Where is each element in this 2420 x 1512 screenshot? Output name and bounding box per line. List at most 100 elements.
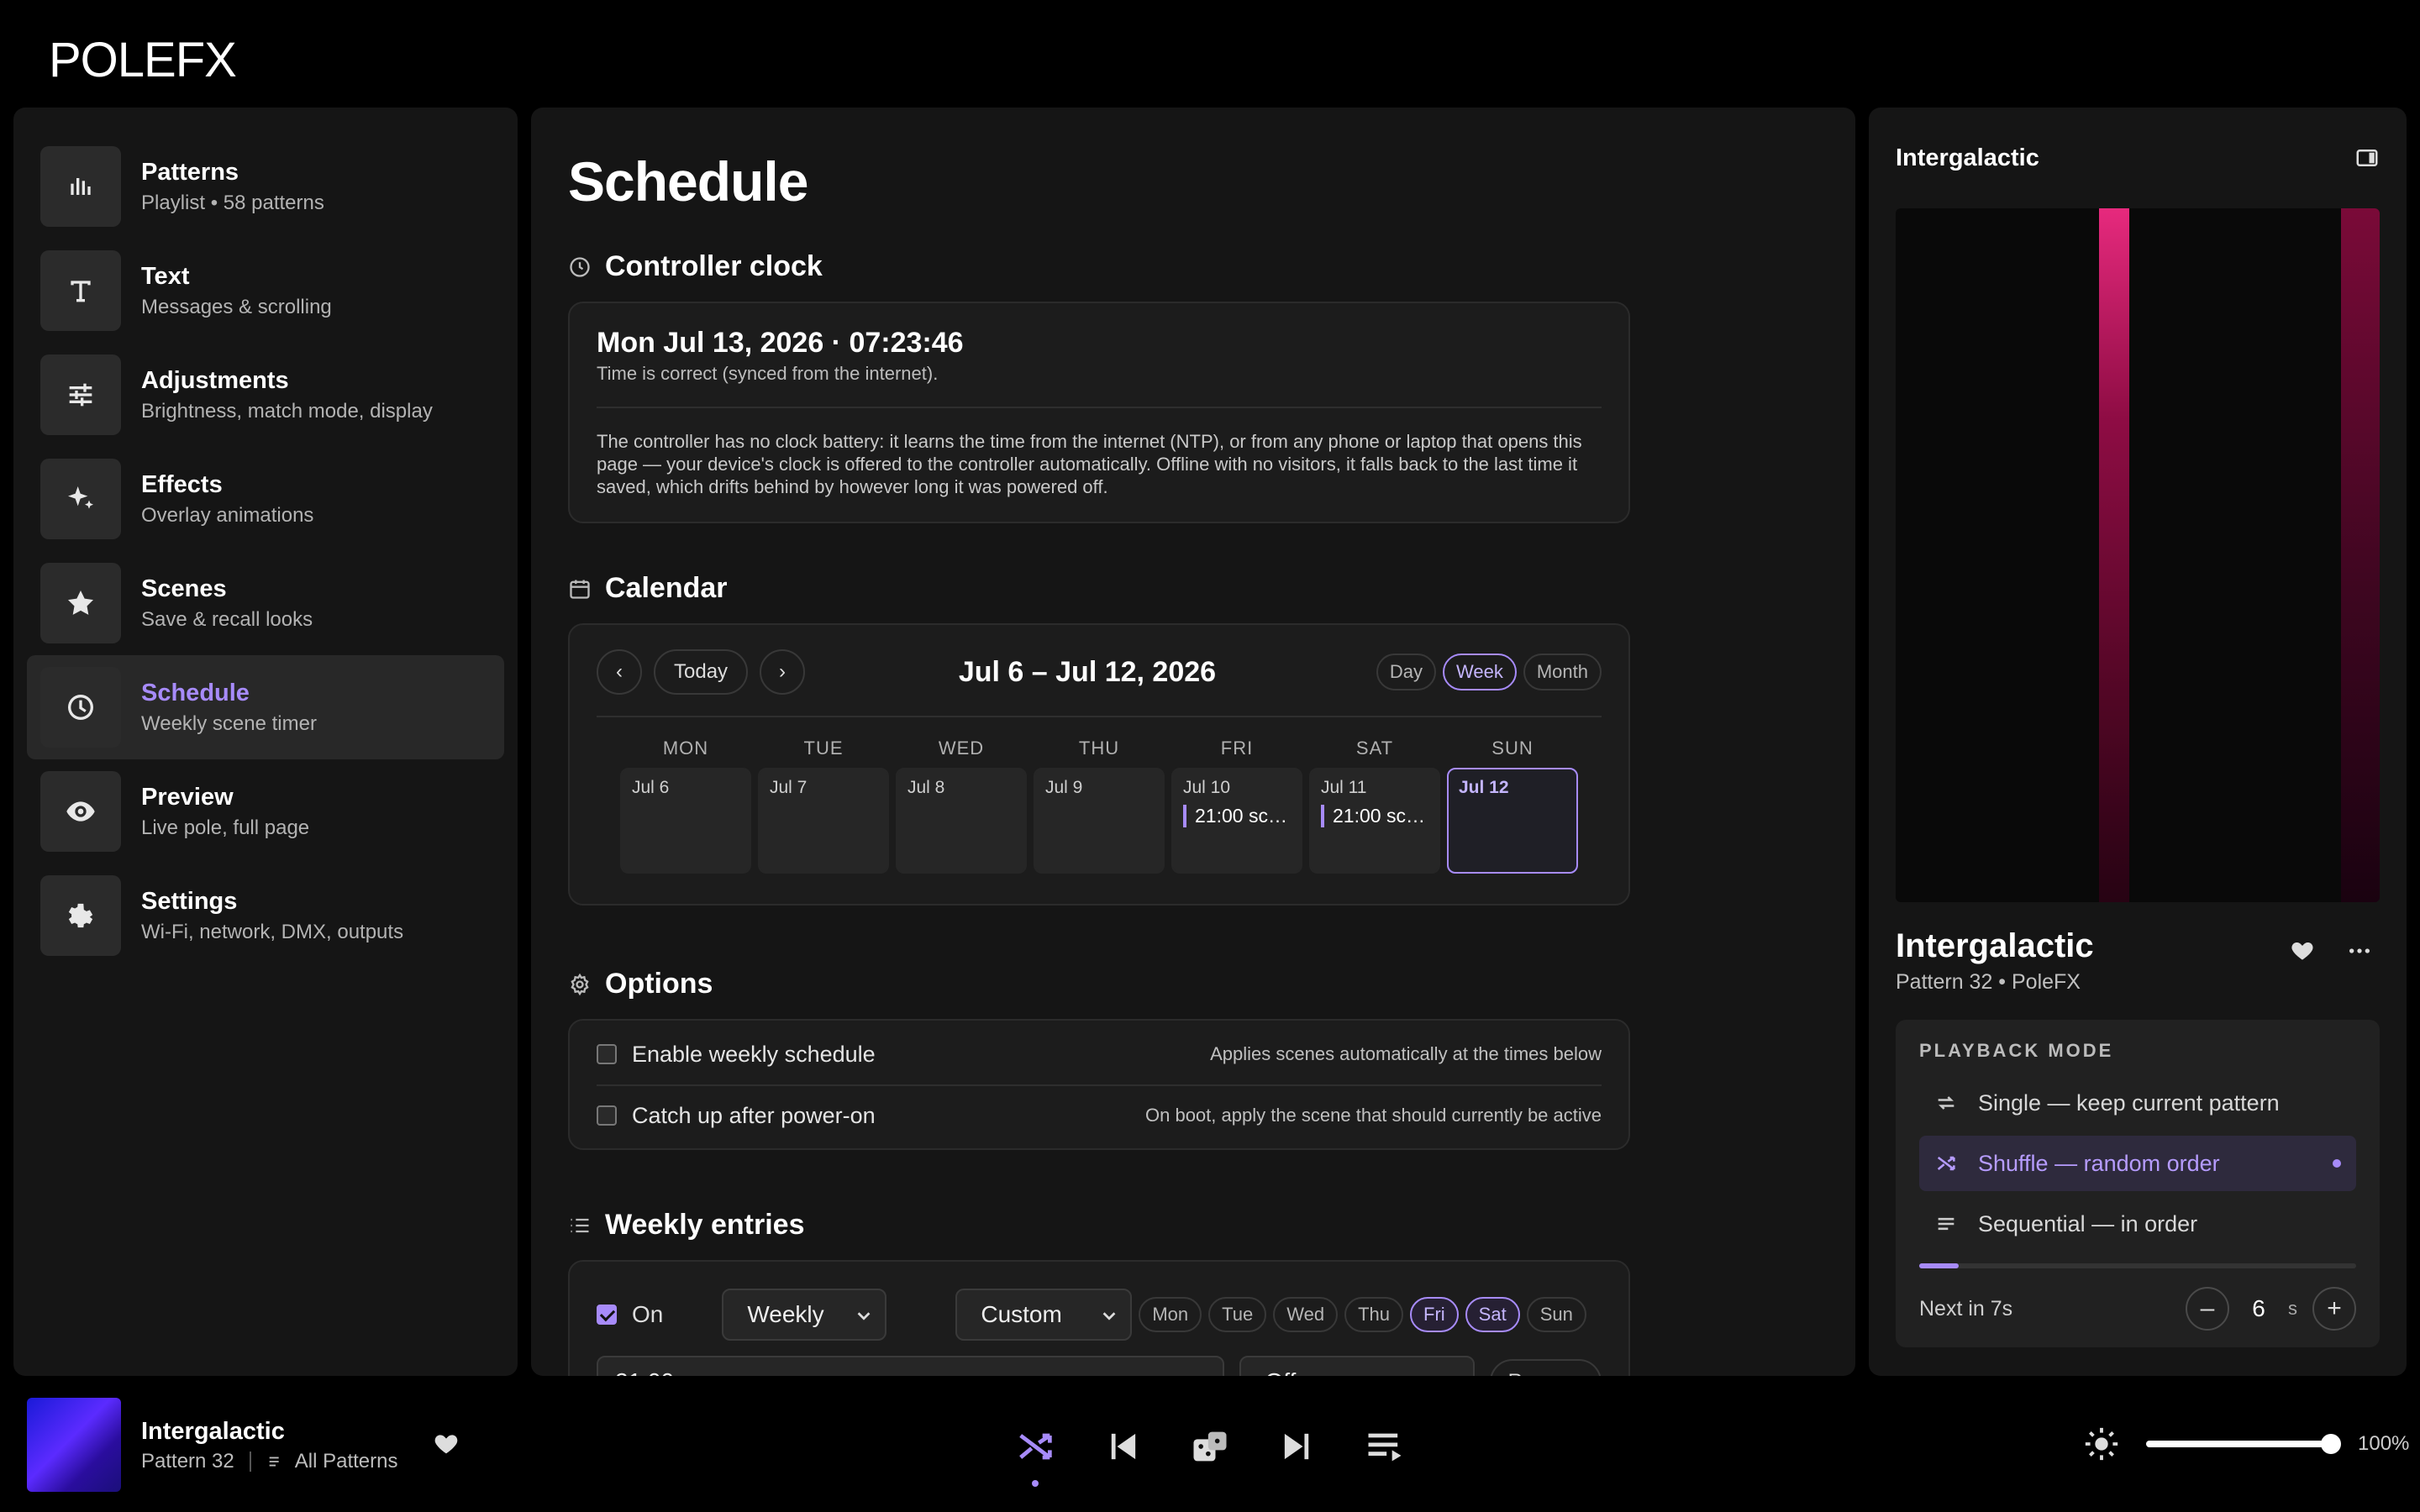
day-toggle-sun[interactable]: Sun: [1526, 1297, 1586, 1332]
divider: [597, 407, 1602, 408]
player-bar: Intergalactic Pattern 32 All Patterns 10…: [0, 1378, 2420, 1512]
shuffle-button[interactable]: [1013, 1425, 1057, 1487]
day-cell[interactable]: Jul 9: [1034, 768, 1165, 874]
day-toggle-sat[interactable]: Sat: [1465, 1297, 1520, 1332]
action-select[interactable]: Off: [1239, 1356, 1475, 1376]
divider: [249, 1452, 251, 1472]
day-cell[interactable]: Jul 10 21:00 sce...: [1171, 768, 1302, 874]
chevron-down-icon: [1100, 1304, 1118, 1322]
pattern-thumbnail: [27, 1398, 121, 1492]
interval-value[interactable]: 6: [2229, 1295, 2288, 1322]
remove-entry-button[interactable]: Remove: [1489, 1359, 1602, 1376]
entry-enabled-checkbox[interactable]: [597, 1305, 617, 1325]
day-cell[interactable]: Jul 6: [620, 768, 751, 874]
eye-icon: [40, 771, 121, 852]
enable-schedule-checkbox[interactable]: [597, 1044, 617, 1064]
gear-icon: [40, 875, 121, 956]
sidebar: Patterns Playlist • 58 patterns Text Messa…: [13, 108, 518, 1376]
sidebar-item-sub: Save & recall looks: [141, 607, 313, 631]
sidebar-item-settings[interactable]: Settings Wi-Fi, network, DMX, outputs: [27, 864, 504, 968]
sidebar-item-effects[interactable]: Effects Overlay animations: [27, 447, 504, 551]
day-toggle-wed[interactable]: Wed: [1273, 1297, 1339, 1332]
next-countdown: Next in 7s: [1919, 1296, 2013, 1320]
now-playing-actions: [2289, 937, 2373, 964]
controller-clock-card: Mon Jul 13, 2026 · 07:23:46 Time is corr…: [568, 302, 1630, 523]
slider-handle[interactable]: [2321, 1434, 2341, 1454]
sidebar-item-patterns[interactable]: Patterns Playlist • 58 patterns: [27, 134, 504, 239]
day-cell-today[interactable]: Jul 12: [1447, 768, 1578, 874]
day-cell[interactable]: Jul 11 21:00 sce...: [1309, 768, 1440, 874]
view-day-button[interactable]: Day: [1376, 654, 1436, 690]
prev-week-button[interactable]: ‹: [597, 649, 642, 695]
view-month-button[interactable]: Month: [1523, 654, 1602, 690]
calendar-heading: Calendar: [568, 572, 1818, 605]
clock-status: Time is correct (synced from the interne…: [597, 363, 939, 384]
playback-mode-single[interactable]: Single — keep current pattern: [1919, 1075, 2356, 1131]
random-pattern-button[interactable]: [1188, 1425, 1232, 1468]
preview-strip: [2341, 208, 2380, 902]
interval-unit: s: [2288, 1298, 2297, 1319]
day-toggle-thu[interactable]: Thu: [1344, 1297, 1404, 1332]
heart-icon[interactable]: [2289, 937, 2316, 964]
favorite-button[interactable]: [432, 1430, 460, 1458]
calendar-range: Jul 6 – Jul 12, 2026: [958, 655, 1217, 688]
calendar-event[interactable]: 21:00 sce...: [1183, 805, 1291, 827]
shuffle-icon: [1019, 1433, 1052, 1460]
repeat-select[interactable]: Weekly: [722, 1289, 887, 1341]
interval-increase-button[interactable]: +: [2312, 1287, 2356, 1331]
weekly-entries-heading: Weekly entries: [568, 1209, 1818, 1242]
interval-decrease-button[interactable]: –: [2186, 1287, 2229, 1331]
sidebar-item-schedule[interactable]: Schedule Weekly scene timer: [27, 655, 504, 759]
brightness-control: 100%: [2082, 1425, 2409, 1463]
day-date: Jul 8: [908, 778, 945, 797]
calendar-event[interactable]: 21:00 sce...: [1321, 805, 1428, 827]
day-toggle-fri[interactable]: Fri: [1410, 1297, 1459, 1332]
weekday-header: SUN: [1491, 738, 1534, 759]
clock-icon: [40, 667, 121, 748]
calendar-toolbar: ‹ Today › Jul 6 – Jul 12, 2026 Day Week …: [597, 647, 1602, 697]
divider: [597, 716, 1602, 717]
option-label: Enable weekly schedule: [632, 1041, 876, 1067]
day-toggle-mon[interactable]: Mon: [1139, 1297, 1202, 1332]
more-icon[interactable]: [2346, 937, 2373, 964]
clock-time: Mon Jul 13, 2026 · 07:23:46: [597, 327, 964, 359]
day-toggle-tue[interactable]: Tue: [1208, 1297, 1267, 1332]
days-mode-select[interactable]: Custom: [955, 1289, 1133, 1341]
playback-mode-text: Shuffle — random order: [1978, 1150, 2220, 1176]
brightness-slider[interactable]: [2146, 1434, 2341, 1454]
day-cell[interactable]: Jul 8: [896, 768, 1027, 874]
previous-button[interactable]: [1101, 1425, 1144, 1468]
player-pattern: Pattern 32: [141, 1450, 234, 1473]
sidebar-item-label: Effects: [141, 470, 223, 498]
star-icon: [40, 563, 121, 643]
time-input[interactable]: 21:00: [597, 1356, 1225, 1376]
playback-mode-shuffle[interactable]: Shuffle — random order: [1919, 1136, 2356, 1191]
view-week-button[interactable]: Week: [1443, 654, 1517, 690]
playlist-icon: [269, 1457, 279, 1467]
polefx-logo: POLEFX: [49, 17, 276, 92]
catch-up-checkbox[interactable]: [597, 1105, 617, 1126]
sidebar-item-scenes[interactable]: Scenes Save & recall looks: [27, 551, 504, 655]
sidebar-toggle-icon[interactable]: [2354, 145, 2380, 171]
day-cell[interactable]: Jul 7: [758, 768, 889, 874]
queue-button[interactable]: [1363, 1425, 1407, 1468]
options-heading: Options: [568, 968, 1818, 1000]
active-indicator: [2333, 1159, 2341, 1168]
next-button[interactable]: [1276, 1425, 1319, 1468]
sidebar-item-text[interactable]: Text Messages & scrolling: [27, 239, 504, 343]
weekday-header: THU: [1078, 738, 1120, 759]
now-playing-subtitle: Pattern 32 • PoleFX: [1896, 970, 2081, 994]
playback-mode-sequential[interactable]: Sequential — in order: [1919, 1196, 2356, 1252]
skip-back-icon: [1111, 1433, 1136, 1460]
now-playing-info: Intergalactic Pattern 32 • PoleFX: [1896, 902, 2380, 995]
sidebar-item-preview[interactable]: Preview Live pole, full page: [27, 759, 504, 864]
next-week-button[interactable]: ›: [760, 649, 806, 695]
sidebar-item-adjustments[interactable]: Adjustments Brightness, match mode, displ…: [27, 343, 504, 447]
entry-row: 21:00 Off Remove: [597, 1352, 1602, 1376]
player-subtitle: Pattern 32 All Patterns: [141, 1450, 397, 1473]
preview-strip: [2099, 208, 2129, 902]
today-button[interactable]: Today: [654, 649, 749, 695]
option-hint: On boot, apply the scene that should cur…: [1145, 1105, 1602, 1126]
day-date: Jul 9: [1045, 778, 1083, 797]
player-playlist[interactable]: All Patterns: [295, 1450, 398, 1473]
